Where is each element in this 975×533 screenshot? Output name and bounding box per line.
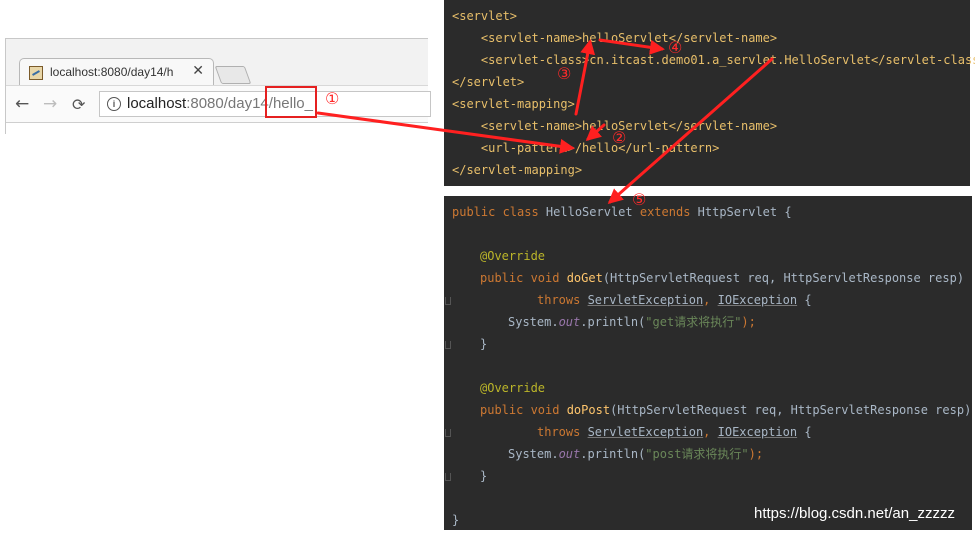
flow-arrows bbox=[316, 38, 774, 204]
arrow-2 bbox=[585, 123, 606, 141]
step-label-4: ④ bbox=[668, 38, 683, 57]
arrow-5 bbox=[607, 57, 774, 204]
arrow-1 bbox=[316, 111, 575, 154]
step-label-2: ② bbox=[612, 128, 627, 147]
arrow-4 bbox=[598, 38, 665, 55]
arrow-3 bbox=[574, 39, 596, 116]
step-label-5: ⑤ bbox=[632, 190, 647, 209]
step-label-3: ③ bbox=[557, 64, 572, 83]
step-label-1: ① bbox=[325, 89, 340, 108]
